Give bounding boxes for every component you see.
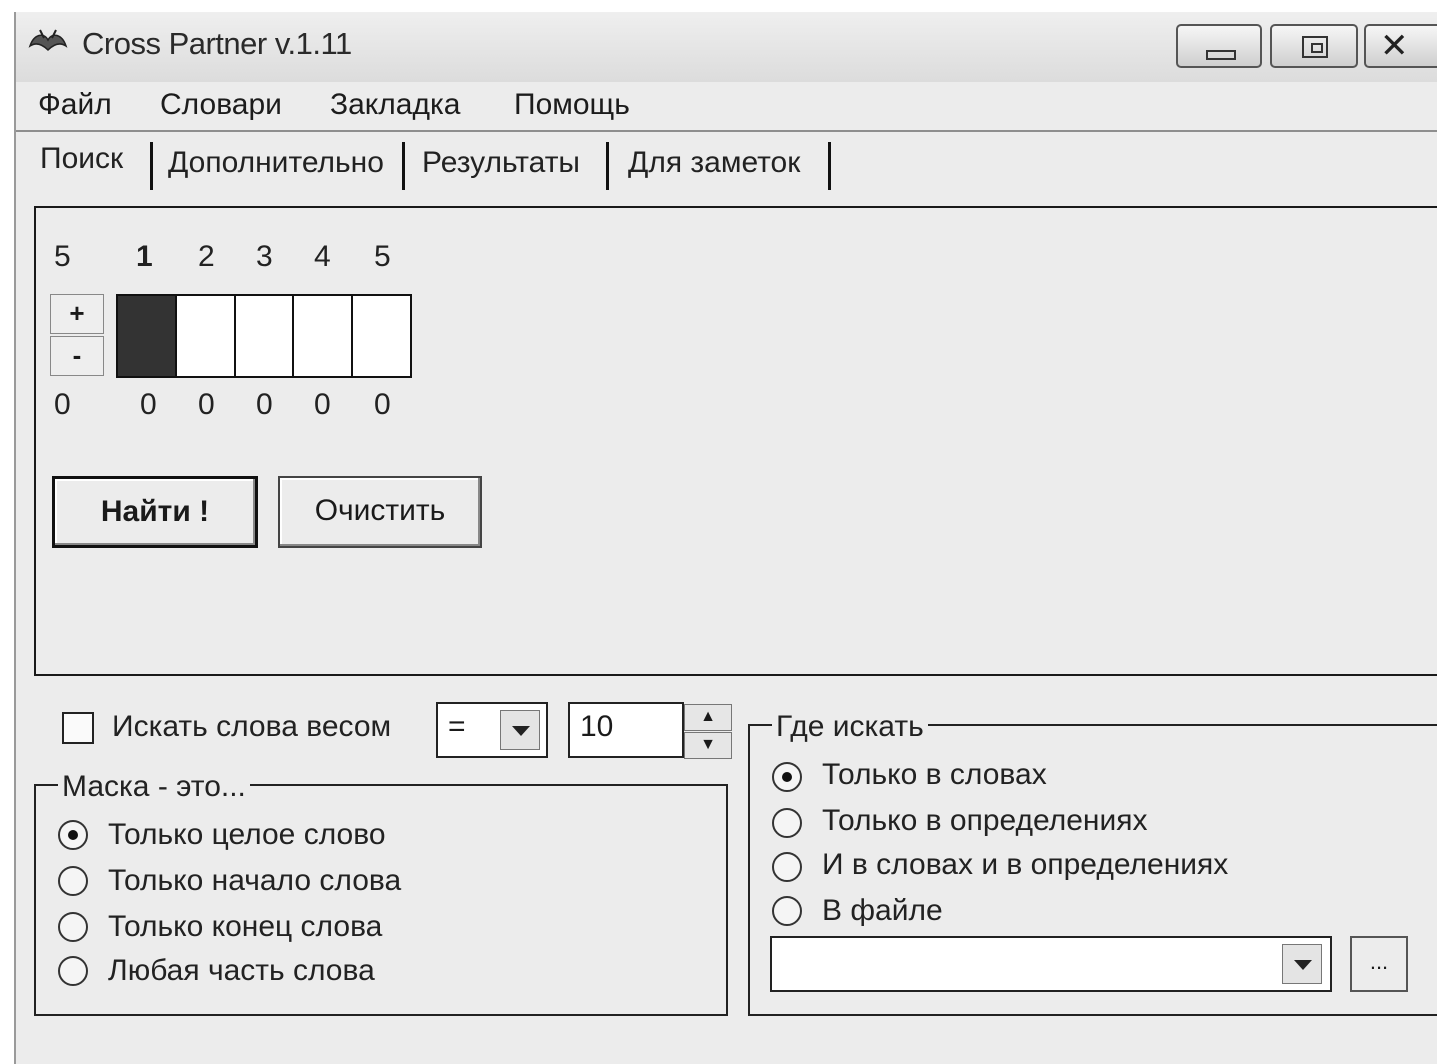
position-count: 0 — [198, 388, 215, 421]
tab-notes[interactable]: Для заметок — [628, 146, 800, 180]
word-length-label: 5 — [54, 240, 71, 273]
weight-value: 10 — [580, 710, 614, 743]
position-count: 0 — [374, 388, 391, 421]
file-select[interactable] — [770, 936, 1332, 992]
position-label: 1 — [136, 240, 153, 273]
mask-option-label: Только конец слова — [108, 910, 383, 943]
weight-spinner: ▲ ▼ — [684, 704, 732, 760]
mask-option-label: Любая часть слова — [108, 954, 375, 987]
weight-checkbox[interactable] — [62, 712, 94, 744]
weight-checkbox-label: Искать слова весом — [112, 710, 392, 743]
where-option-label: Только в словах — [822, 758, 1047, 791]
tab-divider — [150, 142, 153, 190]
mask-any-part-radio[interactable] — [58, 956, 88, 986]
where-option-label: В файле — [822, 894, 943, 927]
where-definitions-radio[interactable] — [772, 808, 802, 838]
weight-value-input[interactable]: 10 — [568, 702, 684, 758]
where-words-radio[interactable] — [772, 762, 802, 792]
mask-whole-word-radio[interactable] — [58, 820, 88, 850]
where-option-label: И в словах и в определениях — [822, 848, 1229, 881]
mask-word-start-radio[interactable] — [58, 866, 88, 896]
menu-dictionaries[interactable]: Словари — [160, 88, 282, 122]
mask-group-title: Маска - это... — [58, 770, 250, 804]
decrease-length-button[interactable]: - — [50, 336, 104, 376]
letter-cell[interactable] — [353, 296, 410, 376]
letter-mask-grid — [116, 294, 412, 378]
menu-bar: Файл Словари Закладка Помощь — [16, 82, 1437, 132]
letter-cell[interactable] — [236, 296, 295, 376]
letter-cell[interactable] — [294, 296, 354, 376]
spin-up-icon[interactable]: ▲ — [684, 704, 732, 731]
weight-operator-select[interactable]: = — [436, 702, 548, 758]
browse-file-button[interactable]: ... — [1350, 936, 1408, 992]
clear-button[interactable]: Очистить — [278, 476, 482, 548]
position-label: 2 — [198, 240, 215, 273]
chevron-down-icon[interactable] — [500, 710, 540, 750]
tab-divider — [606, 142, 609, 190]
length-count: 0 — [54, 388, 71, 421]
tab-divider — [402, 142, 405, 190]
position-count: 0 — [140, 388, 157, 421]
position-count: 0 — [314, 388, 331, 421]
tab-additional[interactable]: Дополнительно — [168, 146, 384, 180]
increase-length-button[interactable]: + — [50, 294, 104, 334]
letter-cell[interactable] — [177, 296, 236, 376]
close-icon: ✕ — [1380, 26, 1409, 66]
menu-file[interactable]: Файл — [38, 88, 112, 122]
position-label: 3 — [256, 240, 273, 273]
app-window: Cross Partner v.1.11 ✕ Файл Словари Закл… — [14, 12, 1437, 1064]
spin-down-icon[interactable]: ▼ — [684, 732, 732, 759]
where-option-label: Только в определениях — [822, 804, 1148, 837]
search-panel: 5 1 2 3 4 5 + - 0 0 0 0 0 0 Найти ! Очис… — [34, 206, 1437, 676]
where-group-title: Где искать — [772, 710, 928, 744]
position-label: 4 — [314, 240, 331, 273]
weight-operator-value: = — [448, 710, 466, 743]
where-both-radio[interactable] — [772, 852, 802, 882]
mask-option-label: Только целое слово — [108, 818, 386, 851]
minimize-button[interactable] — [1176, 24, 1262, 68]
letter-cell[interactable] — [118, 296, 177, 376]
tab-results[interactable]: Результаты — [422, 146, 580, 180]
window-title: Cross Partner v.1.11 — [82, 26, 352, 61]
app-logo-icon — [28, 29, 68, 52]
position-count: 0 — [256, 388, 273, 421]
mask-option-label: Только начало слова — [108, 864, 402, 897]
tab-divider — [828, 142, 831, 190]
close-button[interactable]: ✕ — [1364, 24, 1437, 68]
mask-word-end-radio[interactable] — [58, 912, 88, 942]
chevron-down-icon[interactable] — [1282, 944, 1322, 984]
tab-search[interactable]: Поиск — [40, 142, 123, 176]
menu-bookmark[interactable]: Закладка — [330, 88, 460, 122]
minimize-icon — [1206, 50, 1236, 60]
find-button[interactable]: Найти ! — [52, 476, 258, 548]
maximize-icon — [1302, 36, 1328, 58]
menu-help[interactable]: Помощь — [514, 88, 630, 122]
position-label: 5 — [374, 240, 391, 273]
where-file-radio[interactable] — [772, 896, 802, 926]
title-bar[interactable]: Cross Partner v.1.11 ✕ — [16, 12, 1437, 82]
maximize-button[interactable] — [1270, 24, 1358, 68]
